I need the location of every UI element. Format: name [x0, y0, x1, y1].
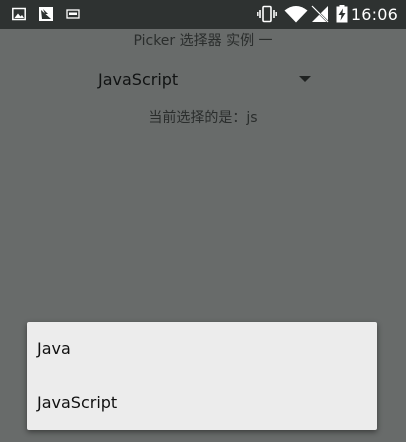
- dropdown-arrow-icon: [299, 76, 311, 82]
- app-screen: 16:06 Picker 选择器 实例 一 JavaScript 当前选择的是：…: [0, 0, 406, 442]
- language-picker-spinner[interactable]: JavaScript: [88, 62, 318, 98]
- status-clock: 16:06: [350, 5, 398, 24]
- page-title: Picker 选择器 实例 一: [133, 33, 273, 49]
- dropdown-option-javascript[interactable]: JavaScript: [27, 376, 377, 430]
- status-bar: 16:06: [0, 0, 406, 29]
- ftp-icon: [66, 9, 80, 19]
- dropdown-option-java[interactable]: Java: [27, 322, 377, 376]
- dropdown-option-label: JavaScript: [37, 393, 118, 412]
- current-selection-label: 当前选择的是：js: [148, 110, 258, 126]
- battery-charging-icon: [336, 5, 348, 23]
- dropdown-popup: Java JavaScript: [27, 322, 377, 430]
- bird-app-icon: [39, 7, 53, 21]
- no-signal-icon: [311, 5, 329, 23]
- wifi-icon: [284, 6, 308, 23]
- vibrate-icon: [257, 5, 277, 23]
- dropdown-option-label: Java: [37, 339, 71, 358]
- gallery-icon: [12, 7, 26, 21]
- spinner-selected-value: JavaScript: [98, 70, 179, 89]
